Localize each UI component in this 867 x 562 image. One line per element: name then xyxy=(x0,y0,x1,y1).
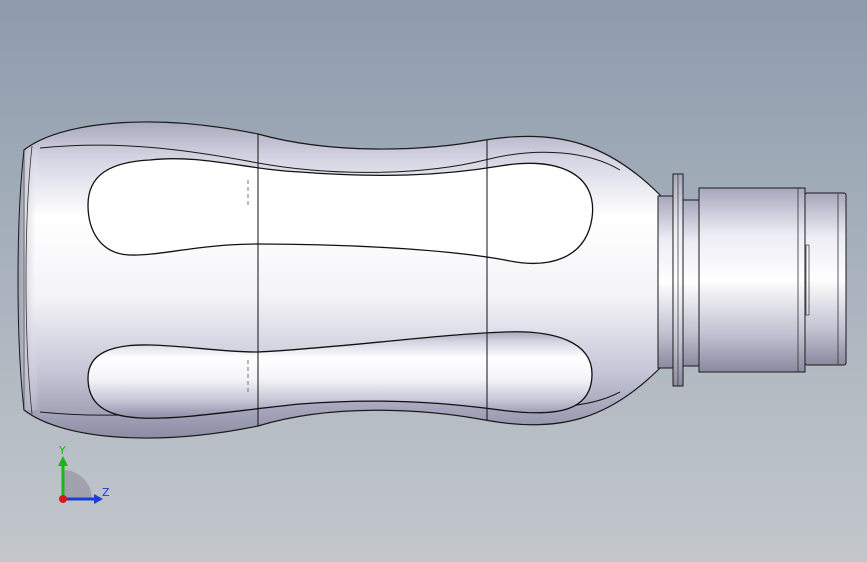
collar[interactable] xyxy=(682,199,700,367)
triad-plane-arc xyxy=(63,470,92,499)
triad-y-arrow xyxy=(58,456,68,466)
cap-tip[interactable] xyxy=(804,192,847,366)
orientation-triad[interactable]: Y Z xyxy=(58,444,110,504)
graphics-viewport[interactable]: Y Z xyxy=(0,0,867,562)
triad-x-axis xyxy=(59,495,67,503)
triad-y-label: Y xyxy=(58,444,66,457)
cap-body[interactable] xyxy=(698,187,806,373)
triad-z-label: Z xyxy=(102,486,110,499)
model-canvas[interactable]: Y Z xyxy=(0,0,867,562)
